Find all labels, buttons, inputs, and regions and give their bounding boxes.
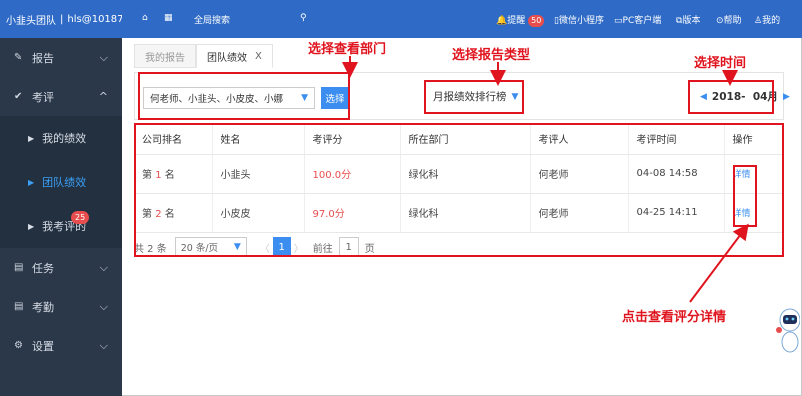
robot-mascot-icon: [776, 308, 800, 353]
annotation-arrow-detail: [689, 223, 749, 303]
annotation-arrows: [342, 56, 749, 303]
